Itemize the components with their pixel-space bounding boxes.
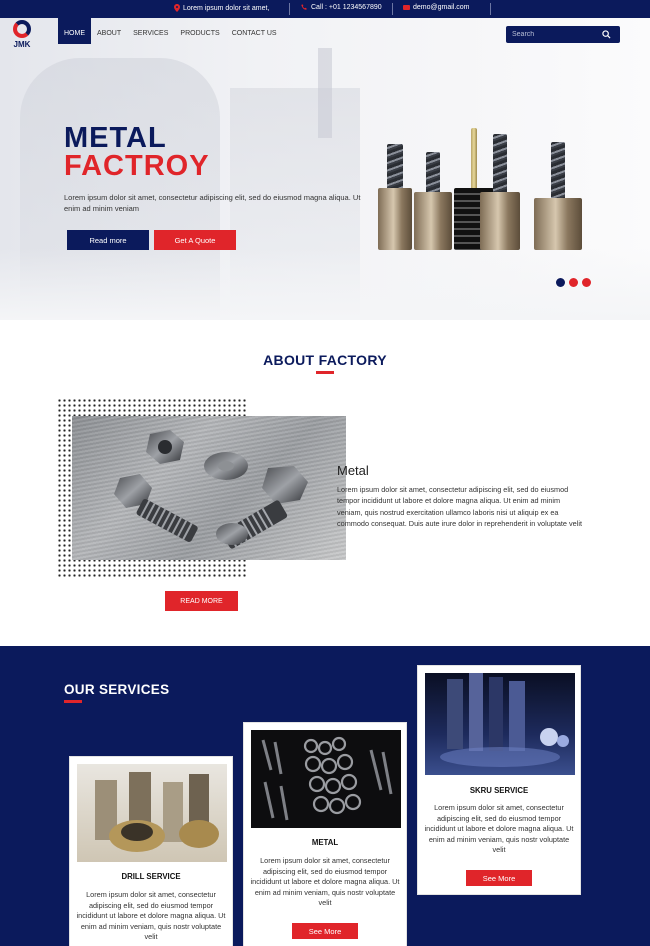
logo-ring-icon xyxy=(13,20,31,38)
services-title: OUR SERVICES xyxy=(64,682,170,697)
about-title-part1: ABOUT xyxy=(263,352,315,368)
phone-item[interactable]: Call : +01 1234567890 xyxy=(301,4,382,11)
get-quote-button[interactable]: Get A Quote xyxy=(154,230,236,250)
service-card-description: Lorem ipsum dolor sit amet, consectetur … xyxy=(250,856,400,908)
see-more-button[interactable]: See More xyxy=(466,870,532,886)
service-card-description: Lorem ipsum dolor sit amet, consectetur … xyxy=(424,803,574,855)
about-subtitle: Metal xyxy=(337,463,369,478)
slider-dot[interactable] xyxy=(569,278,578,287)
address-text: Lorem ipsum dolor sit amet, xyxy=(183,4,270,12)
title-underline xyxy=(64,700,82,703)
service-card-title: SKRU SERVICE xyxy=(469,786,529,795)
hero-fade xyxy=(0,248,650,320)
email-item[interactable]: demo@gmail.com xyxy=(403,4,470,11)
service-card-metal[interactable]: METAL Lorem ipsum dolor sit amet, consec… xyxy=(243,722,407,946)
location-pin-icon xyxy=(174,4,180,12)
service-card-title: METAL xyxy=(311,838,339,847)
main-nav: HOME ABOUT SERVICES PRODUCTS CONTACT US xyxy=(58,12,283,50)
service-card-description: Lorem ipsum dolor sit amet, consectetur … xyxy=(76,890,226,942)
service-card-title: DRILL SERVICE xyxy=(121,872,181,881)
divider xyxy=(289,3,290,15)
nav-item-products[interactable]: PRODUCTS xyxy=(174,12,225,44)
about-title-part2: FACTORY xyxy=(318,352,387,368)
nav-item-about[interactable]: ABOUT xyxy=(91,12,127,44)
about-read-more-button[interactable]: READ MORE xyxy=(165,591,238,611)
service-card-drill[interactable]: DRILL SERVICE Lorem ipsum dolor sit amet… xyxy=(69,756,233,946)
drill-bit-image xyxy=(414,148,452,250)
hero-read-more-button[interactable]: Read more xyxy=(67,230,149,250)
address-item: Lorem ipsum dolor sit amet, xyxy=(174,4,269,12)
bolts-image xyxy=(114,430,308,549)
divider xyxy=(490,3,491,15)
slider-dot[interactable] xyxy=(582,278,591,287)
mail-icon xyxy=(403,5,410,10)
chimney-silhouette xyxy=(318,48,332,138)
about-section-title: ABOUT FACTORY xyxy=(0,352,650,368)
email-text: demo@gmail.com xyxy=(413,4,470,11)
site-logo[interactable]: JMK xyxy=(8,20,36,54)
skru-service-image xyxy=(425,673,575,775)
nav-item-home[interactable]: HOME xyxy=(58,12,91,44)
metal-service-image xyxy=(251,730,401,828)
hero-title-line2: FACTROY xyxy=(64,150,210,182)
about-description: Lorem ipsum dolor sit amet, consectetur … xyxy=(337,485,582,529)
services-section: OUR SERVICES DRILL SERVICE Lorem ipsum d… xyxy=(0,646,650,946)
logo-text: JMK xyxy=(13,40,31,49)
phone-icon xyxy=(301,4,307,10)
about-image xyxy=(72,416,346,560)
divider xyxy=(392,3,393,15)
drill-bit-image xyxy=(480,132,520,250)
search-input[interactable] xyxy=(512,31,602,38)
see-more-button[interactable]: See More xyxy=(292,923,358,939)
drill-service-image xyxy=(77,764,227,862)
drill-bit-image xyxy=(378,128,412,250)
nav-item-services[interactable]: SERVICES xyxy=(127,12,174,44)
title-underline xyxy=(316,371,334,374)
search-box xyxy=(506,26,620,43)
search-icon[interactable] xyxy=(602,30,611,39)
hero-tools-image xyxy=(372,128,592,250)
service-card-skru[interactable]: SKRU SERVICE Lorem ipsum dolor sit amet,… xyxy=(417,665,581,895)
hero-description: Lorem ipsum dolor sit amet, consectetur … xyxy=(64,193,361,213)
drill-bit-image xyxy=(534,140,582,250)
phone-text: Call : +01 1234567890 xyxy=(311,4,382,11)
slider-dots xyxy=(556,278,591,287)
slider-dot[interactable] xyxy=(556,278,565,287)
nav-item-contact[interactable]: CONTACT US xyxy=(226,12,283,44)
